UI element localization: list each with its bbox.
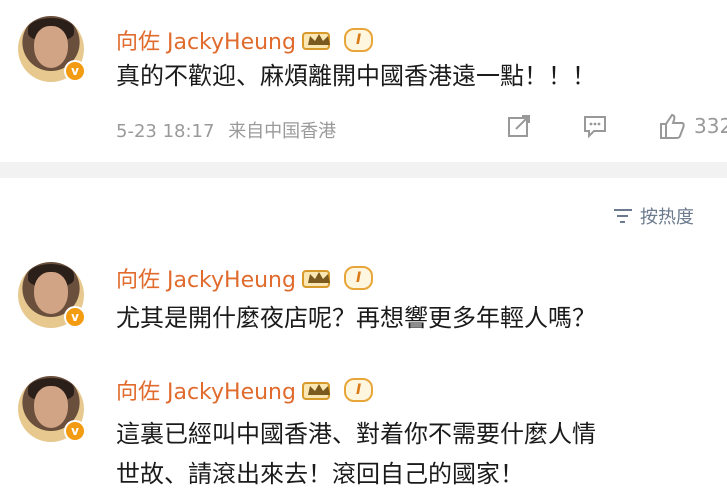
avatar[interactable]: v	[18, 262, 86, 328]
verified-v-icon: v	[64, 420, 86, 442]
crown-icon	[301, 270, 330, 288]
avatar-face	[34, 386, 68, 428]
name-row: 向佐 JackyHeung I	[116, 24, 374, 56]
comment-text-line-2: 世故、請滾出來去！滾回自己的國家！	[116, 460, 524, 488]
thumbs-up-icon	[660, 113, 685, 139]
reply-button[interactable]	[582, 113, 608, 139]
share-button[interactable]	[506, 113, 532, 139]
section-divider	[0, 162, 727, 178]
user-name[interactable]: 向佐 JackyHeung	[116, 374, 296, 406]
comment-card-1: v 向佐 JackyHeung I 真的不歡迎、麻煩離開中國香港遠一點！！！ 5…	[0, 0, 727, 162]
avatar-face	[34, 26, 68, 68]
name-row: 向佐 JackyHeung I	[116, 262, 374, 294]
sort-icon	[614, 209, 632, 223]
comment-time: 5-23 18:17	[116, 121, 215, 142]
comment-card-2: v 向佐 JackyHeung I 尤其是開什麼夜店呢？再想響更多年輕人嗎？	[0, 250, 727, 360]
avatar[interactable]: v	[18, 16, 86, 82]
sort-label: 按热度	[640, 207, 694, 228]
verified-v-icon: v	[64, 60, 86, 82]
like-count: 332	[694, 114, 727, 138]
like-button[interactable]: 332	[658, 112, 727, 140]
comment-card-3: v 向佐 JackyHeung I 這裏已經叫中國香港、對着你不需要什麼人情 世…	[0, 364, 727, 497]
level-badge: I	[343, 28, 374, 52]
avatar-face	[34, 272, 68, 314]
name-row: 向佐 JackyHeung I	[116, 374, 374, 406]
comment-actions: 332	[506, 112, 727, 140]
crown-icon	[301, 382, 330, 400]
verified-v-icon: v	[64, 306, 86, 328]
comment-text-line-1: 這裏已經叫中國香港、對着你不需要什麼人情	[116, 420, 596, 448]
share-icon	[508, 115, 530, 137]
comment-source: 来自中国香港	[228, 121, 337, 142]
level-badge: I	[343, 266, 374, 290]
comment-text: 這裏已經叫中國香港、對着你不需要什麼人情 世故、請滾出來去！滾回自己的國家！	[116, 414, 596, 494]
sort-button[interactable]: 按热度	[612, 203, 694, 229]
comment-meta: 5-23 18:17 来自中国香港	[116, 117, 336, 143]
level-badge: I	[343, 378, 374, 402]
avatar[interactable]: v	[18, 376, 86, 442]
comment-icon	[584, 116, 606, 139]
comment-text: 真的不歡迎、麻煩離開中國香港遠一點！！！	[116, 62, 596, 90]
user-name[interactable]: 向佐 JackyHeung	[116, 262, 296, 294]
crown-icon	[301, 32, 330, 50]
user-name[interactable]: 向佐 JackyHeung	[116, 24, 296, 56]
comment-text: 尤其是開什麼夜店呢？再想響更多年輕人嗎？	[116, 304, 596, 332]
